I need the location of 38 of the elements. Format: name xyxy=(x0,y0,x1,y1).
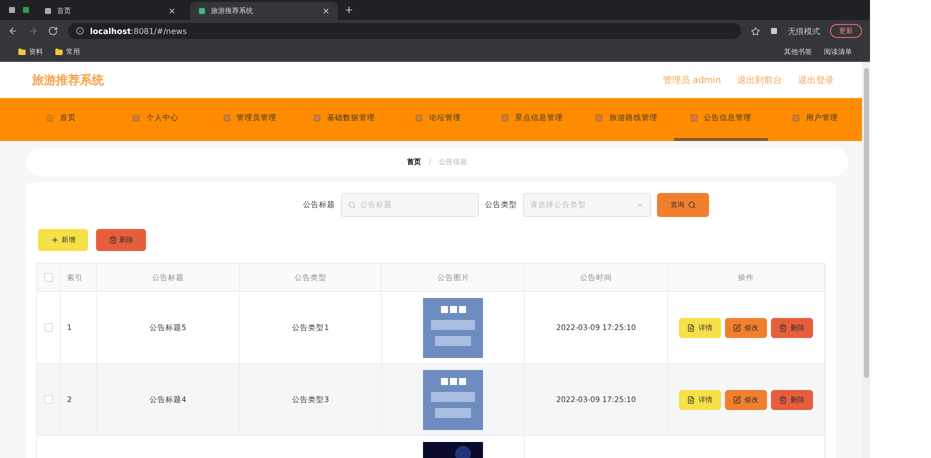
star-icon[interactable] xyxy=(751,26,760,36)
search-icon xyxy=(348,201,356,209)
folder-icon xyxy=(55,48,63,56)
incognito-label: 无痕模式 xyxy=(788,26,820,36)
checkbox[interactable] xyxy=(44,273,53,282)
checkbox[interactable] xyxy=(44,323,53,332)
square-icon xyxy=(132,114,140,122)
trash-icon xyxy=(108,236,116,244)
close-icon[interactable] xyxy=(168,7,176,15)
trash-icon xyxy=(779,324,788,332)
search-icon xyxy=(688,201,696,209)
home-icon xyxy=(46,114,54,122)
pen-icon xyxy=(733,396,742,404)
plus-icon xyxy=(50,236,58,244)
back-icon[interactable] xyxy=(8,26,18,36)
reload-icon[interactable] xyxy=(48,26,58,36)
document-icon xyxy=(687,324,696,332)
square-icon xyxy=(690,114,698,122)
new-tab-icon[interactable] xyxy=(344,5,354,15)
checkbox[interactable] xyxy=(44,395,53,404)
info-icon xyxy=(76,27,84,35)
chevron-down-icon xyxy=(636,201,644,209)
pen-icon xyxy=(733,324,742,332)
square-icon xyxy=(222,114,231,122)
folder-icon xyxy=(18,48,26,56)
user-label: 管理员 admin xyxy=(662,74,721,86)
document-icon xyxy=(687,396,696,404)
square-icon xyxy=(414,114,423,122)
scrollbar-thumb[interactable] xyxy=(864,68,868,378)
address-bar[interactable]: localhost:8081/#/news xyxy=(68,23,741,39)
trash-icon xyxy=(779,396,788,404)
square-icon xyxy=(595,114,604,122)
square-icon xyxy=(312,114,321,122)
close-icon[interactable] xyxy=(322,7,330,15)
square-icon xyxy=(501,114,510,122)
site-title: 旅游推荐系统 xyxy=(32,72,105,88)
forward-icon[interactable] xyxy=(28,26,38,36)
square-icon xyxy=(792,114,800,122)
